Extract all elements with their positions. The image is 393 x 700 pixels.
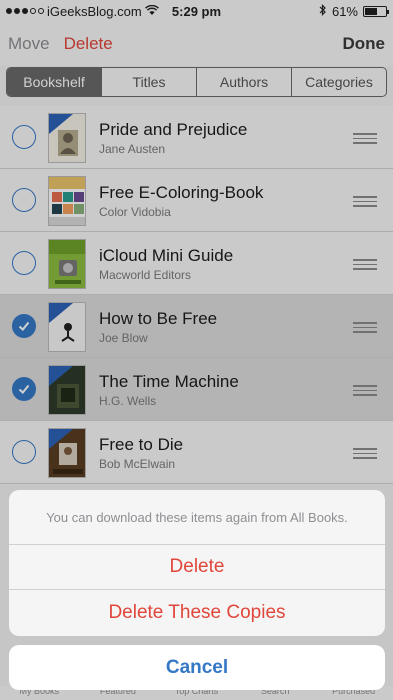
- delete-action-button[interactable]: Delete: [9, 545, 385, 590]
- action-sheet: You can download these items again from …: [9, 490, 385, 636]
- cancel-button[interactable]: Cancel: [9, 645, 385, 690]
- delete-copies-button[interactable]: Delete These Copies: [9, 590, 385, 635]
- action-sheet-message: You can download these items again from …: [9, 490, 385, 545]
